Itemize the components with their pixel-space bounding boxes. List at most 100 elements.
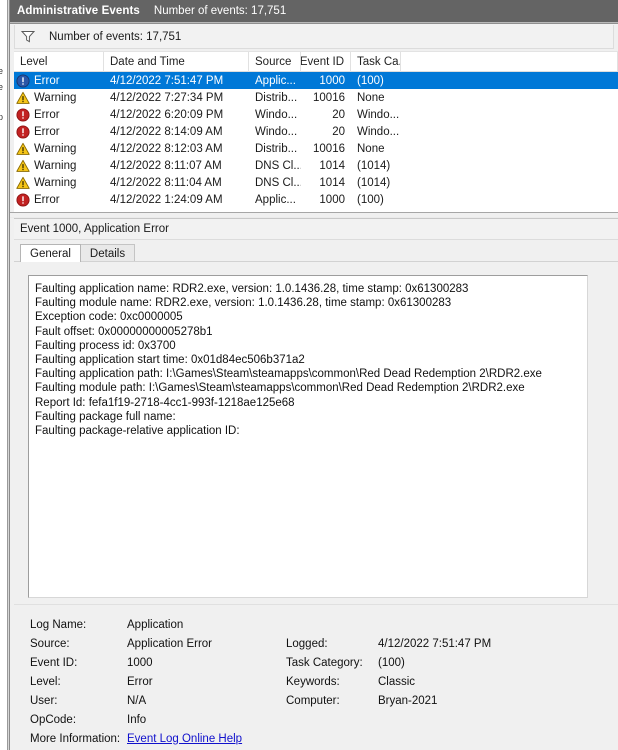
cell-level: Error xyxy=(14,72,104,89)
event-description-textbox[interactable]: Faulting application name: RDR2.exe, ver… xyxy=(28,275,588,598)
property-row: User: N/A xyxy=(30,691,146,710)
cell-event-id: 1014 xyxy=(319,176,345,189)
column-header-filler xyxy=(401,52,618,72)
pane-splitter-vertical[interactable] xyxy=(7,0,10,750)
events-list-body: Error 4/12/2022 7:51:47 PM Applic... 1000 (1… xyxy=(14,72,618,208)
cell-level-label: Warning xyxy=(34,91,77,104)
cell-level-label: Error xyxy=(34,74,60,87)
property-row: Task Category: (100) xyxy=(286,653,405,672)
description-line: Faulting application start time: 0x01d84… xyxy=(35,354,305,367)
table-row[interactable]: Error 4/12/2022 1:24:09 AM Applic... 1000 (1… xyxy=(14,191,618,208)
cell-date-and-time: 4/12/2022 8:11:04 AM xyxy=(110,176,222,189)
cell-level: Error xyxy=(14,106,104,123)
events-list[interactable]: Level Date and Time Source Event ID Task… xyxy=(14,51,618,212)
cell-level: Warning xyxy=(14,140,104,157)
filter-summary-bar[interactable]: Number of events: 17,751 xyxy=(14,25,614,49)
cell-source: Applic... xyxy=(255,193,296,206)
property-row: Computer: Bryan-2021 xyxy=(286,691,437,710)
tab-details[interactable]: Details xyxy=(79,244,136,262)
property-label: More Information: xyxy=(30,732,121,745)
cell-event-id: 20 xyxy=(332,108,345,121)
cell-level-label: Error xyxy=(34,125,60,138)
error-icon xyxy=(16,107,30,122)
cell-filler xyxy=(401,72,618,89)
event-log-online-help-link[interactable]: Event Log Online Help xyxy=(127,733,242,745)
cell-filler xyxy=(401,157,618,174)
table-row[interactable]: Warning 4/12/2022 8:11:04 AM DNS Cl... 1014… xyxy=(14,174,618,191)
pane-title-bar: Administrative Events Number of events: … xyxy=(10,0,618,22)
column-header-date-and-time[interactable]: Date and Time xyxy=(104,52,249,72)
error-icon xyxy=(16,192,30,207)
cell-level-label: Error xyxy=(34,108,60,121)
cell-filler xyxy=(401,123,618,140)
cell-task-category: (1014) xyxy=(357,159,391,172)
cell-source: Distrib... xyxy=(255,91,298,104)
table-row[interactable]: Error 4/12/2022 7:51:47 PM Applic... 1000 (1… xyxy=(14,72,618,89)
cell-date-and-time: 4/12/2022 6:20:09 PM xyxy=(110,108,224,121)
cell-date-and-time: 4/12/2022 7:27:34 PM xyxy=(110,91,224,104)
property-label: Event ID: xyxy=(30,656,78,669)
cell-source: Distrib... xyxy=(255,142,298,155)
description-line: Fault offset: 0x00000000005278b1 xyxy=(35,325,213,338)
property-value: Application xyxy=(127,618,184,631)
tab-general[interactable]: General xyxy=(20,244,81,262)
cell-task-category: None xyxy=(357,142,385,155)
property-row: Event ID: 1000 xyxy=(30,653,153,672)
cell-event-id: 1014 xyxy=(319,159,345,172)
sliver-text-fragment-3: p xyxy=(0,112,4,122)
table-row[interactable]: Error 4/12/2022 8:14:09 AM Windo... 20 Windo… xyxy=(14,123,618,140)
event-detail-header: Event 1000, Application Error xyxy=(14,218,618,240)
cell-level: Warning xyxy=(14,89,104,106)
cell-source: DNS Cl... xyxy=(255,159,301,172)
cell-date-and-time: 4/12/2022 8:12:03 AM xyxy=(110,142,223,155)
left-pane-sliver: e e p xyxy=(0,0,10,750)
description-line: Report Id: fefa1f19-2718-4cc1-993f-1218a… xyxy=(35,396,295,409)
cell-level: Warning xyxy=(14,157,104,174)
table-row[interactable]: Warning 4/12/2022 8:11:07 AM DNS Cl... 1014… xyxy=(14,157,618,174)
property-label: Logged: xyxy=(286,637,328,650)
property-row: OpCode: Info xyxy=(30,710,146,729)
cell-task-category: (100) xyxy=(357,193,384,206)
sliver-text-fragment-1: e xyxy=(0,66,4,76)
cell-event-id: 10016 xyxy=(313,142,345,155)
column-header-level[interactable]: Level xyxy=(14,52,104,72)
tabstrip-baseline xyxy=(14,261,618,262)
cell-source: Windo... xyxy=(255,125,298,138)
property-row: Keywords: Classic xyxy=(286,672,415,691)
property-value: Error xyxy=(127,675,153,688)
cell-date-and-time: 4/12/2022 8:14:09 AM xyxy=(110,125,223,138)
description-line: Faulting process id: 0x3700 xyxy=(35,339,176,352)
cell-task-category: Windo... xyxy=(357,125,400,138)
cell-date-and-time: 4/12/2022 7:51:47 PM xyxy=(110,74,224,87)
column-header-source[interactable]: Source xyxy=(249,52,301,72)
description-line: Exception code: 0xc0000005 xyxy=(35,311,183,324)
cell-source: DNS Cl... xyxy=(255,176,301,189)
column-header-task-category[interactable]: Task Ca... xyxy=(351,52,401,72)
table-row[interactable]: Warning 4/12/2022 8:12:03 AM Distrib... 100… xyxy=(14,140,618,157)
cell-event-id: 1000 xyxy=(319,193,345,206)
table-row[interactable]: Warning 4/12/2022 7:27:34 PM Distrib... 100… xyxy=(14,89,618,106)
detail-divider xyxy=(14,604,618,605)
cell-task-category: None xyxy=(357,91,385,104)
warning-icon xyxy=(16,159,30,173)
table-row[interactable]: Error 4/12/2022 6:20:09 PM Windo... 20 Windo… xyxy=(14,106,618,123)
property-label: Log Name: xyxy=(30,618,87,631)
property-value: Application Error xyxy=(127,637,213,650)
warning-icon xyxy=(16,176,30,190)
property-row: Logged: 4/12/2022 7:51:47 PM xyxy=(286,634,491,653)
cell-task-category: (100) xyxy=(357,74,384,87)
page-title-event-count: Number of events: 17,751 xyxy=(153,5,287,17)
cell-level-label: Warning xyxy=(34,142,77,155)
property-row: Log Name: Application xyxy=(30,615,183,634)
property-row: More Information: Event Log Online Help xyxy=(30,729,242,748)
property-value: (100) xyxy=(378,656,405,669)
error-icon xyxy=(16,73,30,88)
cell-task-category: Windo... xyxy=(357,108,400,121)
cell-level-label: Error xyxy=(34,193,60,206)
property-value: 4/12/2022 7:51:47 PM xyxy=(378,637,492,650)
cell-date-and-time: 4/12/2022 1:24:09 AM xyxy=(110,193,223,206)
column-header-event-id[interactable]: Event ID xyxy=(301,52,351,72)
description-line: Faulting package full name: xyxy=(35,410,176,423)
description-line: Faulting module path: I:\Games\Steam\ste… xyxy=(35,382,525,395)
detail-tabstrip: General Details xyxy=(20,244,618,262)
